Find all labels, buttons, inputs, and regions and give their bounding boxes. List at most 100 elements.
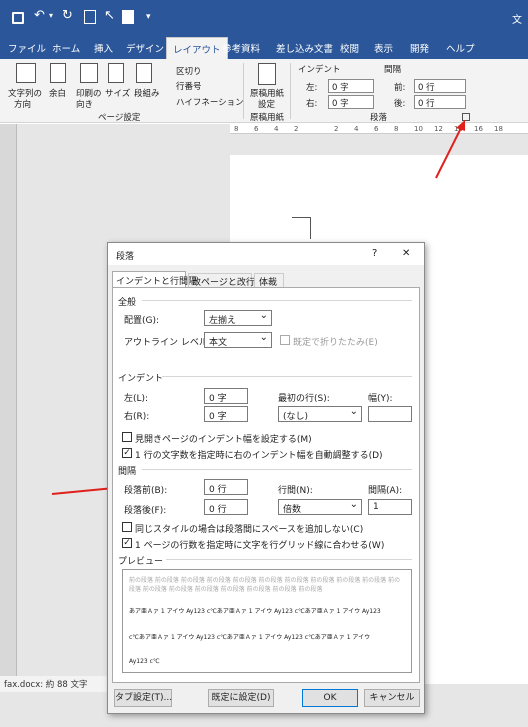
tab-developer[interactable]: 開発	[410, 41, 429, 55]
dialog-title: 段落	[116, 252, 135, 262]
line-numbers-button[interactable]: 行番号	[176, 80, 202, 92]
section-indent: インデント	[118, 374, 164, 384]
tab-line-page-breaks[interactable]: 改ページと改行	[188, 273, 255, 288]
right-indent-input[interactable]: 0 字	[204, 406, 248, 422]
tabs-button[interactable]: タブ設定(T)...	[114, 689, 172, 707]
margins-icon[interactable]	[50, 63, 66, 83]
ruler-tick-label: 2	[334, 125, 339, 133]
divider	[142, 469, 412, 470]
paragraph-dialog: 段落 ? ✕ インデントと行間隔 改ページと改行 体裁 全般 配置(G): 左揃…	[107, 242, 425, 714]
manuscript-label-2[interactable]: 設定	[258, 98, 275, 110]
outline-level-select[interactable]: 本文	[204, 332, 272, 348]
spacing-after-input[interactable]: 0 行	[414, 95, 466, 109]
redo-icon[interactable]: ↻	[62, 8, 73, 23]
tab-design[interactable]: デザイン	[126, 41, 164, 55]
ruler-tick-label: 8	[234, 125, 239, 133]
tab-references[interactable]: 参考資料	[222, 41, 260, 55]
auto-adjust-label: 1 行の文字数を指定時に右のインデント幅を自動調整する(D)	[135, 451, 383, 461]
orientation-label-2[interactable]: 向き	[76, 98, 93, 110]
grid-snap-label: 1 ページの行数を指定時に文字を行グリッド線に合わせる(W)	[135, 541, 385, 551]
tab-asian-typography[interactable]: 体裁	[254, 273, 284, 288]
hyphenation-button[interactable]: ハイフネーション	[176, 96, 244, 108]
tab-view[interactable]: 表示	[374, 41, 393, 55]
alignment-select[interactable]: 左揃え	[204, 310, 272, 326]
columns-label[interactable]: 段組み	[134, 87, 160, 99]
ribbon-tabs: ファイル ホーム 挿入 デザイン レイアウト 参考資料 差し込み文書 校閲 表示…	[0, 37, 528, 59]
ruler-tick-label: 6	[374, 125, 379, 133]
columns-icon[interactable]	[136, 63, 152, 83]
size-label[interactable]: サイズ	[105, 87, 130, 99]
spacing-after-input[interactable]: 0 行	[204, 499, 248, 515]
excel-icon[interactable]	[122, 10, 134, 24]
margin-mark	[292, 217, 310, 218]
tab-help[interactable]: ヘルプ	[446, 41, 475, 55]
qat-customize-icon[interactable]: ▾	[146, 12, 151, 22]
indent-left-input[interactable]: 0 字	[328, 79, 374, 93]
size-icon[interactable]	[108, 63, 124, 83]
ruler-tick-label: 18	[494, 125, 503, 133]
section-spacing: 間隔	[118, 467, 137, 477]
undo-dropdown-icon[interactable]: ▾	[49, 11, 53, 20]
orientation-icon[interactable]	[80, 63, 98, 83]
preview-box: 前の段落 前の段落 前の段落 前の段落 前の段落 前の段落 前の段落 前の段落 …	[122, 569, 412, 673]
breaks-button[interactable]: 区切り	[176, 65, 202, 77]
at-input[interactable]: 1	[368, 499, 412, 515]
page-setup-group-label: ページ設定	[98, 113, 141, 123]
spacing-before-input[interactable]: 0 行	[204, 479, 248, 495]
tab-indent-spacing[interactable]: インデントと行間隔	[112, 271, 197, 287]
print-preview-icon[interactable]	[84, 10, 96, 24]
text-direction-icon[interactable]	[16, 63, 36, 83]
spacing-after-label: 段落後(F):	[124, 506, 167, 516]
separator	[290, 63, 291, 119]
pointer-icon[interactable]: ↖	[104, 8, 115, 23]
divider	[162, 376, 412, 377]
set-default-button[interactable]: 既定に設定(D)	[208, 689, 274, 707]
ruler-tick-label: 10	[414, 125, 423, 133]
undo-icon[interactable]: ↶	[34, 8, 45, 23]
first-line-label: 最初の行(S):	[278, 394, 330, 404]
mirror-indents-checkbox[interactable]	[122, 432, 132, 442]
save-icon[interactable]	[12, 12, 24, 24]
separator	[243, 63, 244, 119]
grid-snap-checkbox[interactable]: ✓	[122, 538, 132, 548]
right-indent-label: 右(R):	[124, 412, 150, 422]
text-direction-label-2[interactable]: 方向	[14, 98, 31, 110]
mirror-indents-label: 見開きページのインデント幅を設定する(M)	[135, 435, 312, 445]
tab-review[interactable]: 校閲	[340, 41, 359, 55]
cancel-button[interactable]: キャンセル	[364, 689, 420, 707]
tab-mailings[interactable]: 差し込み文書	[276, 41, 333, 55]
same-style-label: 同じスタイルの場合は段落間にスペースを追加しない(C)	[135, 525, 364, 535]
horizontal-ruler: 8 6 4 2 2 4 6 8 10 12 14 16 18	[230, 124, 528, 134]
ruler-tick-label: 6	[254, 125, 259, 133]
window-title: 文	[512, 15, 522, 26]
collapsed-checkbox[interactable]	[280, 335, 290, 345]
spacing-before-label: 前:	[394, 83, 406, 93]
ok-button[interactable]: OK	[302, 689, 358, 707]
auto-adjust-checkbox[interactable]: ✓	[122, 448, 132, 458]
text-cursor	[310, 217, 311, 239]
left-indent-input[interactable]: 0 字	[204, 388, 248, 404]
indent-right-input[interactable]: 0 字	[328, 95, 374, 109]
title-bar: ↶ ▾ ↻ ↖ ▾ 文	[0, 0, 528, 37]
section-general: 全般	[118, 298, 137, 308]
tab-layout[interactable]: レイアウト	[166, 37, 228, 59]
first-line-select[interactable]: (なし)	[278, 406, 362, 422]
ruler-tick-label: 8	[394, 125, 399, 133]
spacing-after-label: 後:	[394, 99, 406, 109]
tab-file[interactable]: ファイル	[8, 41, 46, 55]
tab-insert[interactable]: 挿入	[94, 41, 113, 55]
margins-label[interactable]: 余白	[49, 87, 66, 99]
help-button[interactable]: ?	[372, 248, 377, 259]
same-style-checkbox[interactable]	[122, 522, 132, 532]
tab-home[interactable]: ホーム	[52, 41, 80, 55]
manuscript-group-label: 原稿用紙	[250, 113, 285, 123]
line-spacing-select[interactable]: 倍数	[278, 499, 362, 515]
width-input[interactable]	[368, 406, 412, 422]
spacing-before-input[interactable]: 0 行	[414, 79, 466, 93]
vertical-ruler	[0, 124, 17, 684]
close-icon[interactable]: ✕	[402, 248, 410, 259]
manuscript-icon[interactable]	[258, 63, 276, 85]
line-spacing-label: 行間(N):	[278, 486, 313, 496]
at-label: 間隔(A):	[368, 486, 403, 496]
divider	[166, 559, 412, 560]
